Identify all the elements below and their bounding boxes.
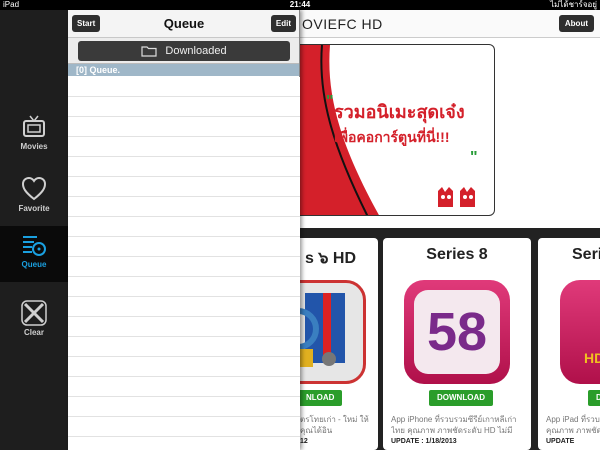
app-icon: HD: [560, 280, 600, 384]
card-description: ตรโทยเก่า - ใหม่ ให้คุณได้อิน: [300, 415, 369, 435]
menu-item-movies[interactable]: Movies: [0, 108, 68, 166]
side-menu: Movies Favorite Queue Clear: [0, 10, 68, 450]
folder-icon: [141, 46, 158, 57]
about-button[interactable]: About: [558, 15, 594, 32]
empty-list-rows: [68, 77, 300, 450]
battery-status: ไม่ได้ชาร์จอยู่: [550, 0, 597, 9]
site-webview: OVIEFC HD About " รวมอนิเมะสุดเจ๋ง เพื่อ…: [260, 10, 600, 450]
menu-label-movies: Movies: [20, 142, 48, 151]
menu-item-clear[interactable]: Clear: [0, 294, 68, 352]
site-navbar: OVIEFC HD About: [300, 10, 600, 38]
card-title: Series 8: [426, 246, 488, 263]
heart-icon: [21, 176, 47, 201]
clear-icon: [21, 300, 47, 326]
app-icon: 58: [404, 280, 510, 384]
card-description: App iPhone ที่รวบรวมซีรีย์เกาหลีเก่าไทย …: [391, 415, 517, 435]
menu-item-queue[interactable]: Queue: [0, 226, 68, 282]
hd-badge: HD: [584, 350, 600, 366]
download-button[interactable]: D: [588, 390, 600, 406]
series-card-row: s ๖ HD NLOAD ตรโทยเก่า - ใหม่ ให้คุณได้อ…: [260, 228, 600, 450]
card-update: UPDATE : 1/18/2013: [391, 438, 457, 445]
menu-label-favorite: Favorite: [18, 204, 50, 213]
site-title: OVIEFC HD: [302, 16, 383, 32]
download-button[interactable]: NLOAD: [298, 390, 343, 406]
card-update: UPDATE: [546, 438, 575, 445]
tv-icon: [23, 115, 45, 137]
banner-line-1: รวมอนิเมะสุดเจ๋ง: [334, 102, 465, 122]
downloaded-button[interactable]: Downloaded: [78, 41, 290, 61]
series-card[interactable]: Series 8 58 DOWNLOAD App iPhone ที่รวบรว…: [383, 238, 531, 450]
edit-button[interactable]: Edit: [270, 15, 296, 32]
card-description: App iPad ที่รวบ คุณภาพ ภาพชัด: [546, 415, 600, 435]
banner-line-2: เพื่อคอการ์ตูนที่นี่!!!: [334, 129, 450, 145]
app-icon-label: 58: [414, 290, 500, 374]
downloaded-label: Downloaded: [165, 45, 227, 57]
banner-quote-open: ": [326, 93, 334, 110]
ipad-screen: iPad 21:44 ไม่ได้ชาร์จอยู่ Movies Favori…: [0, 0, 600, 450]
queue-icon: [23, 236, 46, 256]
promo-banner[interactable]: " รวมอนิเมะสุดเจ๋ง เพื่อคอการ์ตูนที่นี่!…: [300, 44, 495, 216]
menu-label-queue: Queue: [21, 260, 47, 269]
card-title: Seri: [572, 246, 600, 263]
download-button[interactable]: DOWNLOAD: [429, 390, 493, 406]
menu-label-clear: Clear: [23, 328, 44, 337]
status-bar: iPad 21:44 ไม่ได้ชาร์จอยู่: [0, 0, 600, 10]
panel-title: Queue: [163, 16, 205, 31]
menu-item-favorite[interactable]: Favorite: [0, 170, 68, 228]
mascot-icon: [438, 187, 475, 207]
clock: 21:44: [289, 0, 311, 9]
list-item[interactable]: [0] Queue.: [68, 64, 299, 76]
downloaded-bar: Downloaded: [68, 38, 299, 64]
series-card[interactable]: Seri HD D App iPad ที่รวบ คุณภาพ ภาพชัด …: [538, 238, 600, 450]
panel-header: Start Queue Edit: [68, 10, 299, 38]
card-update: 12: [300, 438, 308, 445]
queue-panel: Start Queue Edit Downloaded [0] Queue.: [68, 10, 300, 450]
banner-quote-close: ": [470, 149, 478, 166]
